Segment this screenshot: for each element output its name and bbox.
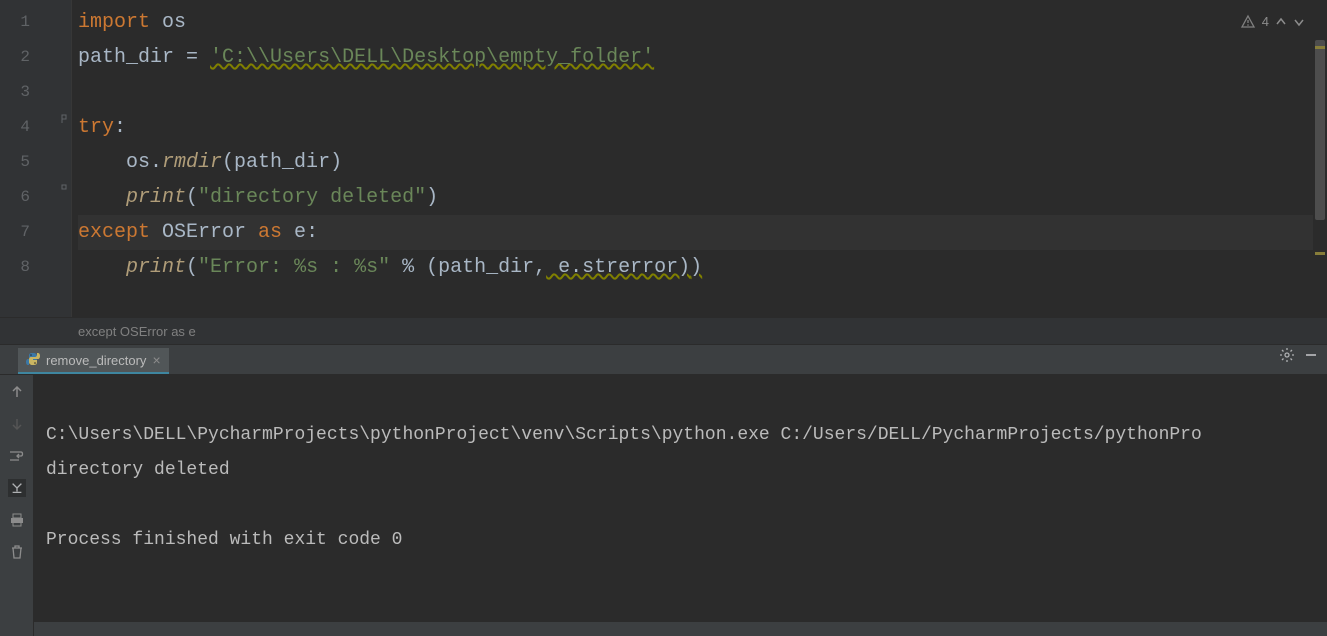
- identifier: path_dir: [78, 46, 186, 69]
- scroll-to-end-icon[interactable]: [8, 479, 26, 497]
- console-line: Process finished with exit code 0: [46, 530, 402, 550]
- identifier: e: [294, 221, 306, 244]
- breadcrumb[interactable]: except OSError as e: [0, 317, 1327, 345]
- next-problem-icon[interactable]: [1293, 16, 1305, 28]
- breadcrumb-item[interactable]: except OSError as e: [78, 324, 196, 339]
- punct: :: [306, 221, 318, 244]
- scrollbar-thumb[interactable]: [1315, 40, 1325, 220]
- editor-scrollbar[interactable]: [1313, 0, 1327, 317]
- operator: =: [186, 46, 210, 69]
- run-tab-label: remove_directory: [46, 353, 146, 368]
- print-icon[interactable]: [8, 511, 26, 529]
- line-number: 3: [0, 75, 30, 110]
- down-arrow-icon[interactable]: [8, 415, 26, 433]
- minimize-panel-icon[interactable]: [1303, 347, 1321, 365]
- args: % (path_dir: [390, 256, 534, 279]
- warning-icon[interactable]: [1240, 14, 1256, 30]
- string-literal: 'C:\\Users\DELL\Desktop\empty_folder': [210, 46, 654, 69]
- keyword: try: [78, 116, 114, 139]
- identifier: OSError: [162, 221, 258, 244]
- code-line[interactable]: print("Error: %s : %s" % (path_dir, e.st…: [78, 250, 1327, 285]
- settings-icon[interactable]: [1279, 347, 1297, 365]
- run-toolbar: [0, 375, 34, 636]
- code-line-current[interactable]: except OSError as e:: [78, 215, 1327, 250]
- indent: [78, 186, 126, 209]
- punct: ): [426, 186, 438, 209]
- punct: ): [690, 256, 702, 279]
- python-file-icon: [26, 352, 40, 369]
- line-number: 5: [0, 145, 30, 180]
- code-line[interactable]: import os: [78, 5, 1327, 40]
- run-tool-tab-bar: remove_directory ×: [0, 345, 1327, 375]
- code-line[interactable]: os.rmdir(path_dir): [78, 145, 1327, 180]
- inspection-count: 4: [1262, 4, 1269, 39]
- line-number: 4: [0, 110, 30, 145]
- punct: :: [114, 116, 126, 139]
- keyword: except: [78, 221, 162, 244]
- inspection-widget[interactable]: 4: [1240, 4, 1305, 39]
- string-literal: "Error: %s : %s": [198, 256, 390, 279]
- fold-toggle-icon[interactable]: [60, 114, 72, 128]
- keyword: as: [258, 221, 294, 244]
- line-number: 6: [0, 180, 30, 215]
- code-line[interactable]: try:: [78, 110, 1327, 145]
- punct: (: [186, 186, 198, 209]
- up-arrow-icon[interactable]: [8, 383, 26, 401]
- args: (path_dir): [222, 151, 342, 174]
- run-tool-window: C:\Users\DELL\PycharmProjects\pythonProj…: [0, 375, 1327, 636]
- code-content[interactable]: import os path_dir = 'C:\\Users\DELL\Des…: [72, 0, 1327, 317]
- console-line: C:\Users\DELL\PycharmProjects\pythonProj…: [46, 425, 1202, 445]
- punct: (: [186, 256, 198, 279]
- fold-toggle-icon[interactable]: [60, 184, 72, 198]
- punct: ,: [534, 256, 546, 279]
- identifier: os: [150, 11, 186, 34]
- console-output[interactable]: C:\Users\DELL\PycharmProjects\pythonProj…: [34, 375, 1327, 636]
- code-line[interactable]: path_dir = 'C:\\Users\DELL\Desktop\empty…: [78, 40, 1327, 75]
- console-line: directory deleted: [46, 460, 230, 480]
- trash-icon[interactable]: [8, 543, 26, 561]
- problem-marker[interactable]: [1315, 46, 1325, 49]
- prev-problem-icon[interactable]: [1275, 16, 1287, 28]
- line-number: 2: [0, 40, 30, 75]
- problem-marker[interactable]: [1315, 252, 1325, 255]
- soft-wrap-icon[interactable]: [8, 447, 26, 465]
- function-call: print: [126, 186, 186, 209]
- code-line[interactable]: print("directory deleted"): [78, 180, 1327, 215]
- string-literal: "directory deleted": [198, 186, 426, 209]
- run-tab-active[interactable]: remove_directory ×: [18, 348, 169, 374]
- editor-gutter: 1 2 3 4 5 6 7 8: [0, 0, 72, 317]
- identifier: os.: [126, 151, 162, 174]
- line-number: 8: [0, 250, 30, 285]
- indent: [78, 151, 126, 174]
- args: e.strerror): [546, 256, 690, 279]
- line-number: 7: [0, 215, 30, 250]
- code-editor[interactable]: 1 2 3 4 5 6 7 8 import os path_dir = 'C:…: [0, 0, 1327, 317]
- line-number: 1: [0, 5, 30, 40]
- console-horizontal-scrollbar[interactable]: [34, 622, 1327, 636]
- keyword: import: [78, 11, 150, 34]
- close-tab-icon[interactable]: ×: [152, 352, 160, 368]
- function-call: rmdir: [162, 151, 222, 174]
- indent: [78, 256, 126, 279]
- function-call: print: [126, 256, 186, 279]
